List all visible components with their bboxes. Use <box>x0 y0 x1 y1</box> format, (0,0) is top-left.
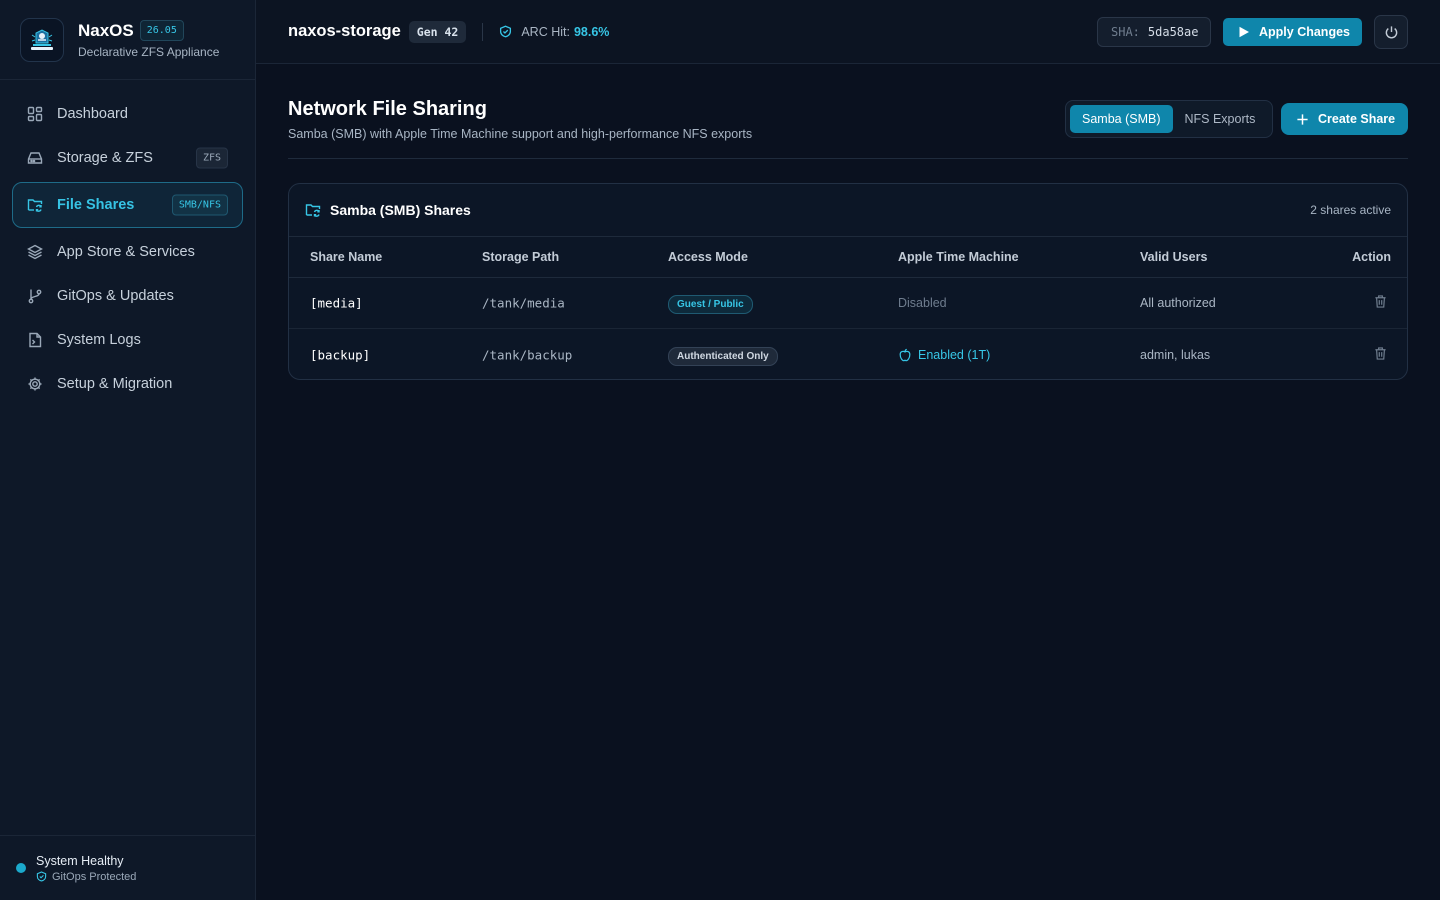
card-header: Samba (SMB) Shares 2 shares active <box>289 184 1407 237</box>
time-machine-status: Enabled (1T) <box>898 348 990 362</box>
apply-changes-label: Apply Changes <box>1259 25 1350 39</box>
system-status-text: System Healthy <box>36 853 124 868</box>
valid-users: admin, lukas <box>1140 347 1211 362</box>
tab-samba[interactable]: Samba (SMB) <box>1070 105 1173 133</box>
trash-icon <box>1375 295 1386 308</box>
apple-icon <box>899 348 911 361</box>
column-header: Share Name <box>310 250 383 264</box>
shares-count: 2 shares active <box>1310 203 1391 217</box>
shield-check-icon <box>36 871 47 882</box>
column-header: Valid Users <box>1140 250 1208 264</box>
smb-nfs-badge: SMB/NFS <box>171 194 228 216</box>
delete-share-button[interactable] <box>1374 295 1387 312</box>
sidebar-item-label: Storage & ZFS <box>57 150 153 166</box>
table-row: [media] /tank/media Guest / Public Disab… <box>289 278 1407 329</box>
sidebar-item-file-shares[interactable]: File Shares SMB/NFS <box>12 182 243 228</box>
table-header: Share Name Storage Path Access Mode Appl… <box>289 237 1407 278</box>
folder-sync-icon <box>305 204 321 217</box>
power-button[interactable] <box>1374 15 1408 49</box>
create-share-label: Create Share <box>1318 112 1396 126</box>
sidebar-item-label: System Logs <box>57 332 141 348</box>
column-header: Apple Time Machine <box>898 250 1019 264</box>
brand-name: NaxOS <box>78 20 134 40</box>
create-share-button[interactable]: Create Share <box>1281 103 1408 135</box>
access-mode-badge: Authenticated Only <box>668 346 778 366</box>
column-header: Storage Path <box>482 250 560 264</box>
plus-icon <box>1297 113 1308 125</box>
sidebar-item-storage[interactable]: Storage & ZFS ZFS <box>12 136 243 180</box>
sidebar-item-gitops[interactable]: GitOps & Updates <box>12 274 243 318</box>
play-icon <box>1239 26 1249 38</box>
sidebar-item-system-logs[interactable]: System Logs <box>12 318 243 362</box>
time-machine-status: Disabled <box>898 296 947 310</box>
brand: NaxOS 26.05 Declarative ZFS Appliance <box>0 0 255 80</box>
status-dot <box>16 863 26 873</box>
arc-value: 98.6% <box>573 24 610 39</box>
table-row: [backup] /tank/backup Authenticated Only… <box>289 329 1407 379</box>
divider <box>482 22 484 41</box>
arc-label: ARC Hit: <box>521 24 570 39</box>
share-name: [media] <box>310 295 363 311</box>
time-machine-text: Enabled (1T) <box>918 347 991 362</box>
sidebar-item-label: File Shares <box>57 197 135 213</box>
divider <box>288 158 1408 159</box>
generation-badge: Gen 42 <box>408 20 467 43</box>
power-icon <box>1385 25 1397 38</box>
naxos-logo-icon <box>20 17 64 62</box>
storage-path: /tank/backup <box>482 347 573 362</box>
page-title: Network File Sharing <box>288 98 487 120</box>
sidebar-nav: Dashboard Storage & ZFS ZFS File Shares … <box>12 92 243 406</box>
version-badge: 26.05 <box>139 20 184 41</box>
hostname: naxos-storage <box>288 22 401 40</box>
grid-icon <box>27 106 43 122</box>
column-header: Action <box>1352 250 1391 264</box>
sidebar-item-label: GitOps & Updates <box>57 288 174 304</box>
system-status: System Healthy GitOps Protected <box>0 835 255 900</box>
column-header: Access Mode <box>668 250 748 264</box>
delete-share-button[interactable] <box>1374 346 1387 363</box>
share-name: [backup] <box>310 347 371 362</box>
sidebar-item-dashboard[interactable]: Dashboard <box>12 92 243 136</box>
apply-changes-button[interactable]: Apply Changes <box>1223 18 1362 46</box>
gitops-protected-text: GitOps Protected <box>52 870 137 883</box>
sha-label: SHA: <box>1111 25 1140 39</box>
brand-subtitle: Declarative ZFS Appliance <box>78 45 220 59</box>
zfs-badge: ZFS <box>195 147 228 169</box>
layers-icon <box>27 244 43 260</box>
page-subtitle: Samba (SMB) with Apple Time Machine supp… <box>288 127 753 141</box>
card-title: Samba (SMB) Shares <box>330 202 471 218</box>
sidebar: NaxOS 26.05 Declarative ZFS Appliance Da… <box>0 0 256 900</box>
git-branch-icon <box>27 288 43 304</box>
sidebar-item-app-store[interactable]: App Store & Services <box>12 230 243 274</box>
top-bar: naxos-storage Gen 42 ARC Hit: 98.6% SHA:… <box>256 0 1440 64</box>
sha-value: 5da58ae <box>1147 25 1199 39</box>
arc-hit: ARC Hit: 98.6% <box>499 25 609 39</box>
access-mode-badge: Guest / Public <box>668 295 753 314</box>
storage-path: /tank/media <box>482 295 565 311</box>
valid-users: All authorized <box>1140 296 1216 310</box>
sidebar-item-setup[interactable]: Setup & Migration <box>12 362 243 406</box>
tab-nfs[interactable]: NFS Exports <box>1173 105 1268 133</box>
gitops-protected-row: GitOps Protected <box>36 871 136 883</box>
trash-icon <box>1375 346 1386 360</box>
folder-sync-icon <box>27 197 43 213</box>
drive-icon <box>27 150 43 166</box>
sidebar-item-label: Dashboard <box>57 106 128 122</box>
gear-icon <box>27 376 43 392</box>
sidebar-item-label: App Store & Services <box>57 244 195 260</box>
protocol-tabs: Samba (SMB) NFS Exports <box>1065 100 1273 138</box>
commit-sha: SHA: 5da58ae <box>1097 17 1211 47</box>
file-terminal-icon <box>27 332 43 348</box>
shield-check-icon <box>500 25 512 38</box>
smb-shares-card: Samba (SMB) Shares 2 shares active Share… <box>288 183 1408 380</box>
sidebar-item-label: Setup & Migration <box>57 376 173 392</box>
